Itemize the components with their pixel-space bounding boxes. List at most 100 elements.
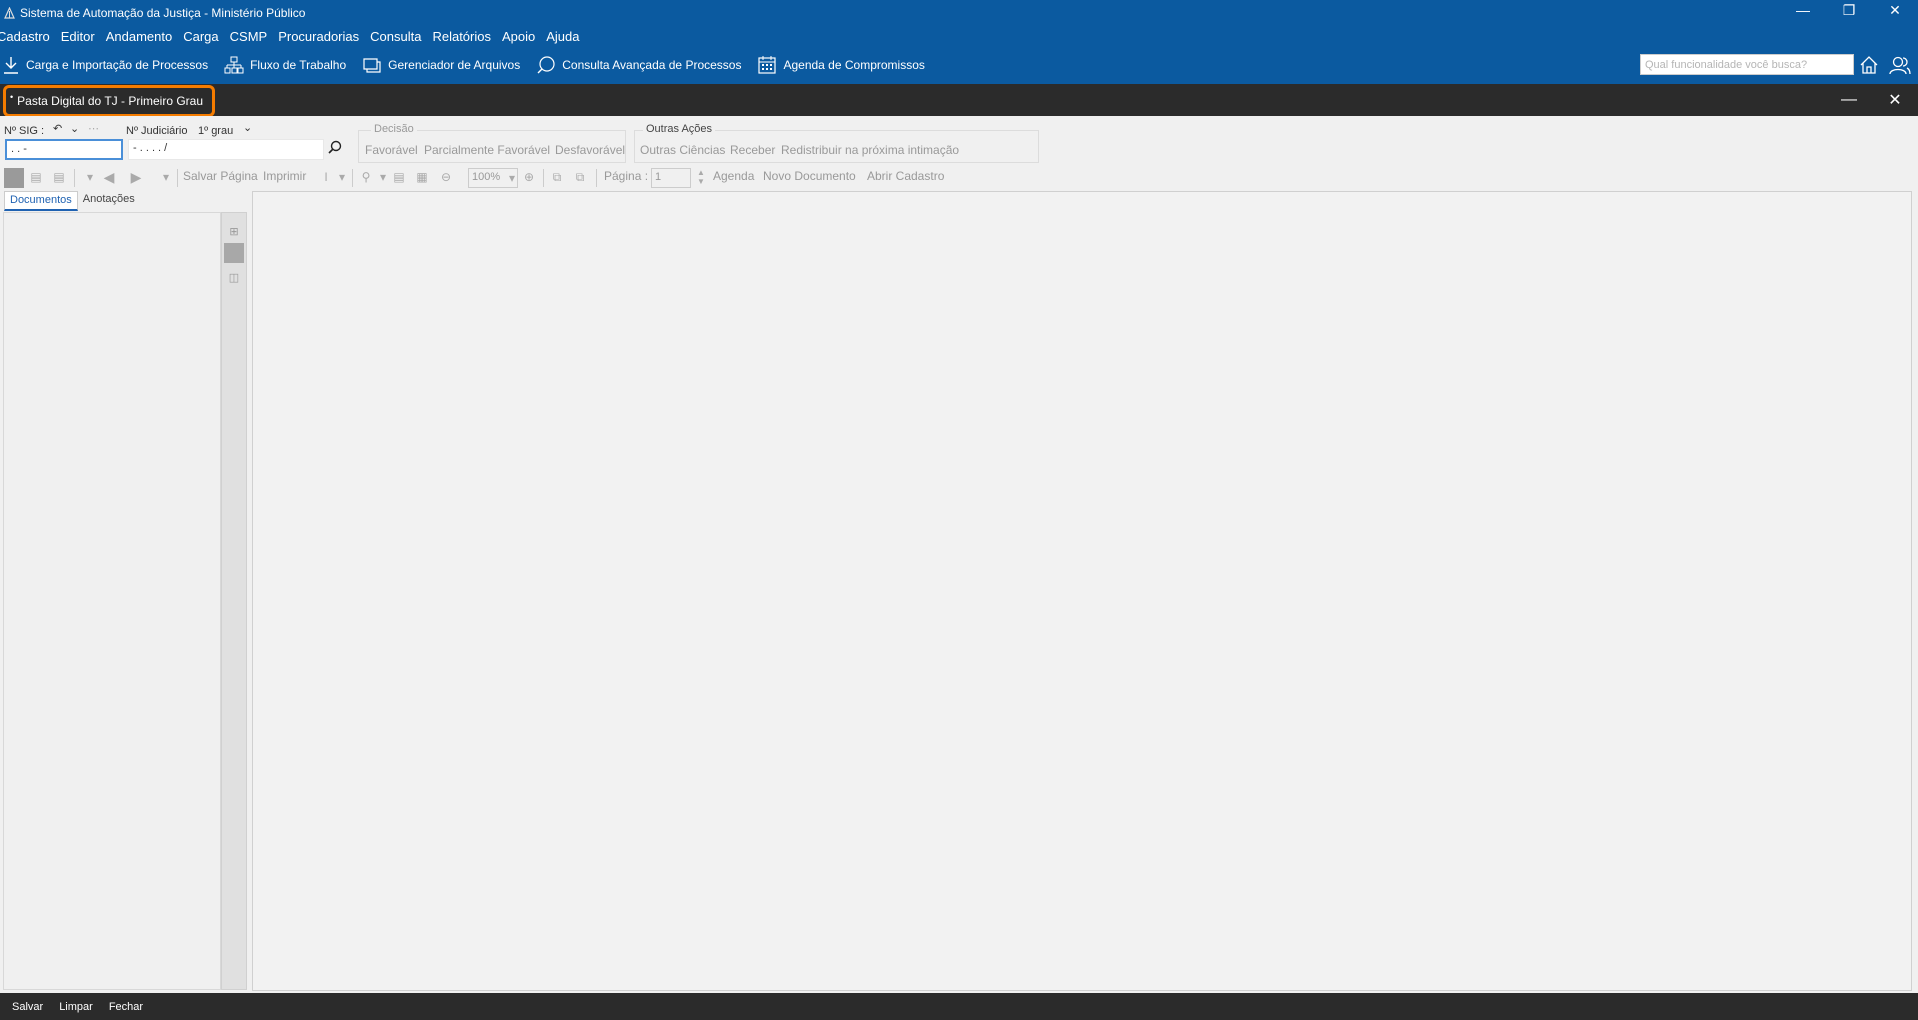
limpar-button[interactable]: Limpar bbox=[59, 1001, 93, 1013]
zoom-in-icon[interactable]: ⊕ bbox=[521, 169, 537, 185]
text-cursor-icon[interactable]: I bbox=[318, 169, 334, 185]
carga-importacao-button[interactable]: Carga e Importação de Processos bbox=[2, 55, 208, 75]
app-logo-icon bbox=[2, 6, 16, 20]
fluxo-trabalho-button[interactable]: Fluxo de Trabalho bbox=[224, 56, 346, 74]
tab-documentos[interactable]: Documentos bbox=[4, 191, 78, 211]
status-bar: Salvar Limpar Fechar bbox=[0, 993, 1918, 1020]
menu-apoio[interactable]: Apoio bbox=[497, 29, 541, 44]
consulta-avancada-label: Consulta Avançada de Processos bbox=[562, 58, 742, 72]
doc-minimize-button[interactable]: — bbox=[1826, 84, 1872, 116]
title-bar: Sistema de Automação da Justiça - Minist… bbox=[0, 0, 1918, 26]
agenda-compromissos-label: Agenda de Compromissos bbox=[783, 58, 925, 72]
decisao-group: Decisão Favorável Parcialmente Favorável… bbox=[358, 123, 626, 163]
desfavoravel-button[interactable]: Desfavorável bbox=[555, 143, 625, 157]
zoom-out-icon[interactable]: ⊖ bbox=[438, 169, 454, 185]
dropdown-icon[interactable]: ▾ bbox=[82, 169, 98, 185]
menu-consulta[interactable]: Consulta bbox=[365, 29, 427, 44]
list-view-icon[interactable]: ▤ bbox=[28, 169, 44, 185]
download-icon bbox=[4, 57, 18, 74]
window-title: Sistema de Automação da Justiça - Minist… bbox=[20, 6, 306, 20]
menu-andamento[interactable]: Andamento bbox=[101, 29, 179, 44]
salvar-pagina-button[interactable]: Salvar Página bbox=[183, 169, 258, 183]
search-chat-icon bbox=[537, 56, 555, 74]
menu-procuradorias[interactable]: Procuradorias bbox=[273, 29, 365, 44]
fechar-button[interactable]: Fechar bbox=[109, 1001, 143, 1013]
side-tabs: Documentos Anotações bbox=[4, 191, 140, 211]
agenda-button[interactable]: Agenda bbox=[713, 169, 754, 183]
search-form: Nº SIG : ↶ ⌄ ⋯ . . - Nº Judiciário 1º gr… bbox=[0, 116, 1918, 163]
novo-documento-button[interactable]: Novo Documento bbox=[763, 169, 856, 183]
nav-dropdown-icon[interactable]: ▾ bbox=[158, 169, 174, 185]
tree-view-icon[interactable]: ◫ bbox=[224, 267, 244, 287]
thumbnail-view-icon[interactable] bbox=[4, 168, 24, 188]
next-icon[interactable]: ▶ bbox=[128, 169, 144, 185]
carga-importacao-label: Carga e Importação de Processos bbox=[26, 58, 209, 72]
file-manager-icon bbox=[363, 58, 381, 73]
parcialmente-favoravel-button[interactable]: Parcialmente Favorável bbox=[424, 143, 550, 157]
detail-view-icon[interactable]: ▤ bbox=[51, 169, 67, 185]
zoom-search-icon[interactable]: ⚲ bbox=[358, 169, 374, 185]
menu-ajuda[interactable]: Ajuda bbox=[541, 29, 585, 44]
menu-bar: Cadastro Editor Andamento Carga CSMP Pro… bbox=[0, 26, 1918, 46]
previous-icon[interactable]: ◀ bbox=[101, 169, 117, 185]
restore-button[interactable]: ❐ bbox=[1826, 0, 1872, 20]
menu-editor[interactable]: Editor bbox=[56, 29, 101, 44]
sig-number-input[interactable]: . . - bbox=[5, 139, 123, 160]
search-icon[interactable] bbox=[328, 140, 342, 157]
decisao-title: Decisão bbox=[371, 123, 417, 135]
pin-icon[interactable]: • bbox=[10, 92, 13, 102]
fit-width-icon[interactable]: ▤ bbox=[391, 169, 407, 185]
viewer-toolbar: ▤ ▤ ▾ ◀ ▶ ▾ Salvar Página Imprimir I ▾ ⚲… bbox=[0, 165, 1918, 191]
salvar-button[interactable]: Salvar bbox=[12, 1001, 43, 1013]
cursor-dropdown-icon[interactable]: ▾ bbox=[334, 169, 350, 185]
undo-icon[interactable]: ↶ bbox=[53, 122, 62, 135]
menu-csmp[interactable]: CSMP bbox=[225, 29, 274, 44]
rotate-left-icon[interactable]: ⧉ bbox=[549, 169, 565, 185]
zoom-dropdown-icon[interactable]: ▾ bbox=[375, 169, 391, 185]
minimize-button[interactable]: — bbox=[1780, 0, 1826, 20]
page-spinner-icon[interactable]: ▲ ▼ bbox=[693, 168, 709, 186]
users-icon[interactable] bbox=[1888, 54, 1912, 76]
document-tab-pasta-digital[interactable]: • Pasta Digital do TJ - Primeiro Grau bbox=[3, 85, 215, 117]
outras-acoes-group: Outras Ações Outras Ciências Receber Red… bbox=[634, 123, 1039, 163]
close-window-button[interactable]: ✕ bbox=[1872, 0, 1918, 20]
side-tool-strip: ⊞ ◫ bbox=[221, 212, 247, 990]
document-tab-title: Pasta Digital do TJ - Primeiro Grau bbox=[17, 94, 203, 108]
outras-ciencias-button[interactable]: Outras Ciências bbox=[640, 143, 725, 157]
consulta-avancada-button[interactable]: Consulta Avançada de Processos bbox=[536, 55, 741, 75]
function-search-input[interactable] bbox=[1640, 54, 1854, 75]
more-icon[interactable]: ⋯ bbox=[88, 122, 99, 135]
gerenciador-arquivos-button[interactable]: Gerenciador de Arquivos bbox=[362, 56, 520, 74]
calendar-icon bbox=[758, 56, 777, 74]
menu-carga[interactable]: Carga bbox=[178, 29, 224, 44]
fluxo-trabalho-label: Fluxo de Trabalho bbox=[250, 58, 347, 72]
favoravel-button[interactable]: Favorável bbox=[365, 143, 418, 157]
document-window-header: • Pasta Digital do TJ - Primeiro Grau — … bbox=[0, 84, 1918, 117]
rotate-right-icon[interactable]: ⧉ bbox=[572, 169, 588, 185]
redistribuir-button[interactable]: Redistribuir na próxima intimação bbox=[781, 143, 959, 157]
document-viewer[interactable] bbox=[252, 191, 1912, 991]
add-annotation-icon[interactable]: ⊞ bbox=[224, 221, 244, 241]
quick-toolbar: Carga e Importação de Processos Fluxo de… bbox=[0, 46, 1918, 84]
pagina-label: Página : bbox=[604, 169, 649, 183]
judiciario-label: Nº Judiciário bbox=[126, 125, 188, 137]
receber-button[interactable]: Receber bbox=[730, 143, 775, 157]
imprimir-button[interactable]: Imprimir bbox=[263, 169, 306, 183]
grau-chevron-down-icon[interactable]: ⌄ bbox=[243, 121, 252, 134]
home-icon[interactable] bbox=[1857, 54, 1881, 76]
outras-acoes-title: Outras Ações bbox=[643, 123, 716, 135]
fit-page-icon[interactable]: ▦ bbox=[414, 169, 430, 185]
grau-select[interactable]: 1º grau bbox=[198, 125, 233, 137]
sig-label: Nº SIG : bbox=[4, 125, 45, 137]
page-number-input[interactable]: 1 bbox=[651, 168, 691, 188]
menu-cadastro[interactable]: Cadastro bbox=[0, 29, 56, 44]
agenda-compromissos-button[interactable]: Agenda de Compromissos bbox=[757, 55, 925, 75]
menu-relatorios[interactable]: Relatórios bbox=[427, 29, 497, 44]
doc-close-button[interactable]: ✕ bbox=[1872, 84, 1918, 116]
chevron-down-icon[interactable]: ⌄ bbox=[70, 122, 79, 135]
abrir-cadastro-button[interactable]: Abrir Cadastro bbox=[867, 169, 944, 183]
judiciario-number-input[interactable]: - . . . . / bbox=[128, 139, 324, 160]
panel-toggle-icon[interactable] bbox=[224, 243, 244, 263]
tab-anotacoes[interactable]: Anotações bbox=[78, 191, 140, 211]
zoom-select-chevron-icon[interactable]: ▾ bbox=[504, 170, 520, 186]
